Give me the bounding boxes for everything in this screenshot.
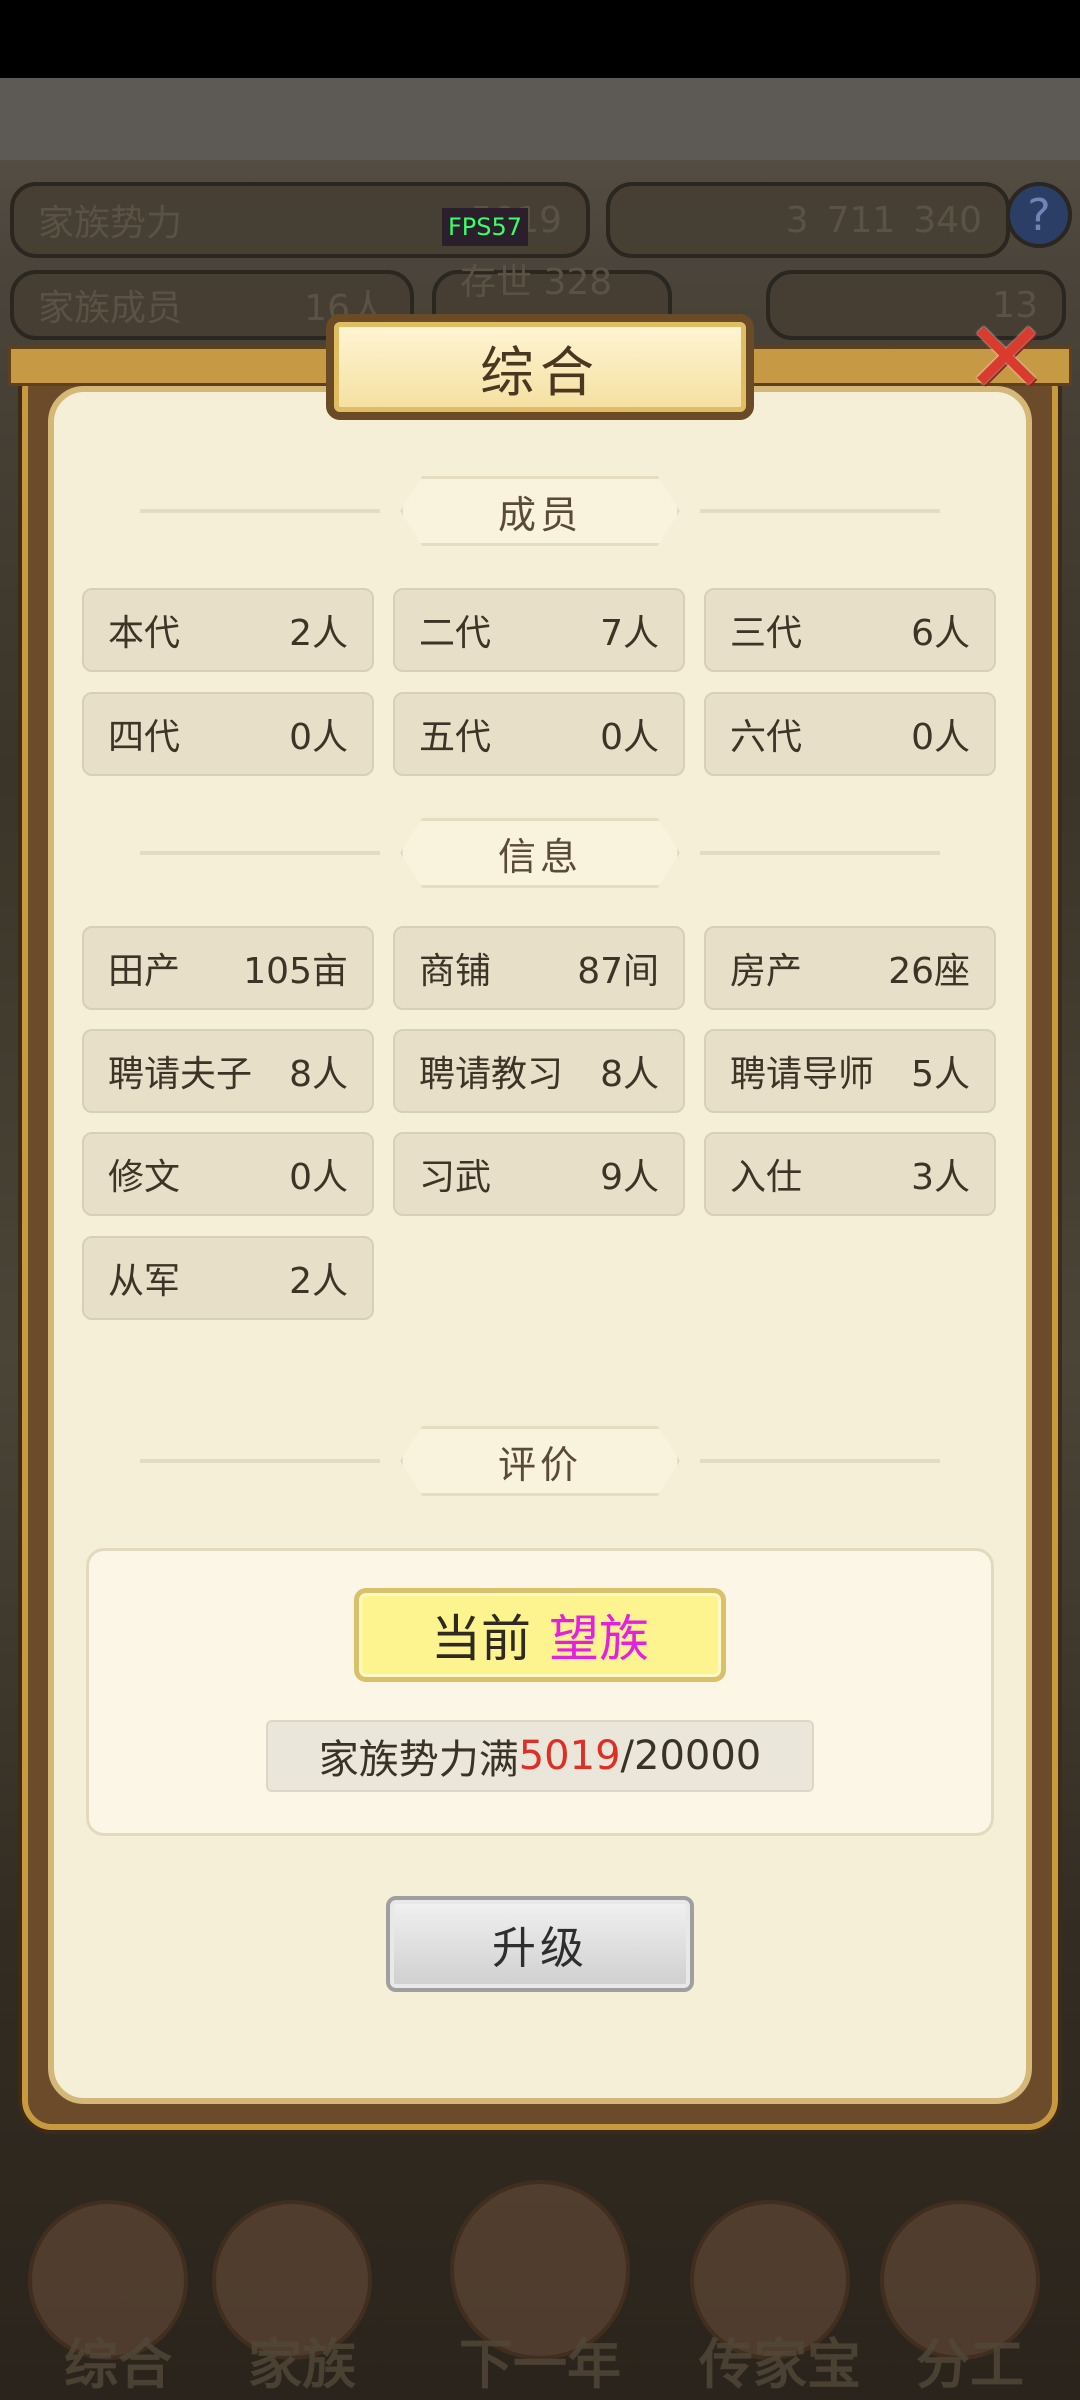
rank-name: 望族 — [549, 1610, 649, 1668]
divider-line — [700, 851, 940, 855]
info-cell-farmland: 田产 105亩 — [82, 926, 374, 1010]
cell-label: 聘请夫子 — [108, 1054, 253, 1095]
section-header-info: 信息 — [140, 818, 940, 888]
nav-label: 综合 — [64, 2333, 172, 2396]
cell-value: 2人 — [289, 613, 348, 654]
info-cell-instructors: 聘请教习 8人 — [393, 1029, 685, 1113]
cell-value: 8人 — [289, 1054, 348, 1095]
section-title: 成员 — [400, 476, 680, 546]
nav-label: 传家宝 — [699, 2333, 861, 2396]
power-progress-text: 家族势力满 5019 /20000 — [266, 1720, 814, 1792]
rank-badge: 当前 望族 — [354, 1588, 726, 1682]
section-title: 评价 — [400, 1426, 680, 1496]
cell-value: 6人 — [911, 613, 970, 654]
divider-line — [140, 1459, 380, 1463]
cell-label: 聘请教习 — [419, 1054, 564, 1095]
cell-label: 六代 — [730, 717, 803, 758]
currency-b-value: 711 — [826, 199, 896, 241]
section-title: 信息 — [400, 818, 680, 888]
rank-current-label: 当前 — [431, 1610, 531, 1668]
cell-label: 田产 — [108, 951, 181, 992]
cell-label: 入仕 — [730, 1157, 803, 1198]
info-cell-houses: 房产 26座 — [704, 926, 996, 1010]
divider-line — [140, 851, 380, 855]
info-cell-literature: 修文 0人 — [82, 1132, 374, 1216]
currency-pill[interactable]: 3 711 340 — [606, 182, 1010, 258]
cell-label: 房产 — [730, 951, 803, 992]
cell-label: 从军 — [108, 1261, 181, 1302]
cell-label: 五代 — [419, 717, 492, 758]
cell-label: 本代 — [108, 613, 181, 654]
dialog-title: 综合 — [326, 314, 754, 420]
divider-line — [140, 509, 380, 513]
cell-value: 5人 — [911, 1054, 970, 1095]
member-cell-gen1: 本代 2人 — [82, 588, 374, 672]
section-header-rating: 评价 — [140, 1426, 940, 1496]
help-button[interactable]: ? — [1006, 182, 1072, 248]
power-current: 5019 — [518, 1733, 621, 1779]
fps-counter: FPS57 — [442, 208, 528, 246]
nav-family[interactable]: 家族 — [212, 2180, 392, 2400]
info-cell-officials: 入仕 3人 — [704, 1132, 996, 1216]
cell-value: 8人 — [600, 1054, 659, 1095]
nav-summary[interactable]: 综合 — [28, 2180, 208, 2400]
divider-line — [700, 1459, 940, 1463]
member-cell-gen2: 二代 7人 — [393, 588, 685, 672]
cell-value: 26座 — [888, 951, 970, 992]
cell-value: 0人 — [600, 717, 659, 758]
member-cell-gen5: 五代 0人 — [393, 692, 685, 776]
nav-assign[interactable]: 分工 — [880, 2180, 1060, 2400]
cell-label: 二代 — [419, 613, 492, 654]
info-cell-martial: 习武 9人 — [393, 1132, 685, 1216]
help-icon: ? — [1027, 189, 1051, 241]
nav-heirloom[interactable]: 传家宝 — [690, 2180, 870, 2400]
family-power-label: 家族势力 — [38, 203, 183, 244]
cell-label: 四代 — [108, 717, 181, 758]
currency-a-value: 3 — [785, 199, 809, 241]
members-label: 家族成员 — [38, 288, 183, 329]
bottom-nav: 综合 家族 下一年 传家宝 分工 — [0, 2180, 1080, 2400]
cell-value: 3人 — [911, 1157, 970, 1198]
cell-value: 87间 — [577, 951, 659, 992]
nav-label: 下一年 — [459, 2333, 621, 2396]
cell-label: 商铺 — [419, 951, 492, 992]
upgrade-button[interactable]: 升级 — [386, 1896, 694, 1992]
cell-value: 9人 — [600, 1157, 659, 1198]
cell-value: 2人 — [289, 1261, 348, 1302]
cell-value: 0人 — [289, 717, 348, 758]
member-cell-gen4: 四代 0人 — [82, 692, 374, 776]
power-prefix: 家族势力满 — [318, 1737, 519, 1783]
power-max: /20000 — [620, 1733, 762, 1779]
section-header-members: 成员 — [140, 476, 940, 546]
close-button[interactable]: ✕ — [958, 299, 1054, 416]
nav-next-year[interactable]: 下一年 — [400, 2180, 680, 2400]
info-cell-tutors: 聘请夫子 8人 — [82, 1029, 374, 1113]
close-x-icon: ✕ — [964, 299, 1048, 416]
info-cell-military: 从军 2人 — [82, 1236, 374, 1320]
nav-label: 家族 — [248, 2333, 356, 2396]
info-cell-mentors: 聘请导师 5人 — [704, 1029, 996, 1113]
cell-value: 7人 — [600, 613, 659, 654]
cell-label: 修文 — [108, 1157, 181, 1198]
cell-label: 三代 — [730, 613, 803, 654]
currency-c-value: 340 — [913, 199, 982, 241]
cell-label: 习武 — [419, 1157, 492, 1198]
divider-line — [700, 509, 940, 513]
member-cell-gen6: 六代 0人 — [704, 692, 996, 776]
cell-value: 105亩 — [243, 951, 348, 992]
member-cell-gen3: 三代 6人 — [704, 588, 996, 672]
cell-value: 0人 — [911, 717, 970, 758]
top-band — [0, 78, 1080, 160]
info-cell-shops: 商铺 87间 — [393, 926, 685, 1010]
title-wing-left — [8, 346, 338, 386]
cell-value: 0人 — [289, 1157, 348, 1198]
cell-label: 聘请导师 — [730, 1054, 875, 1095]
nav-label: 分工 — [916, 2333, 1024, 2396]
status-bar — [0, 0, 1080, 78]
